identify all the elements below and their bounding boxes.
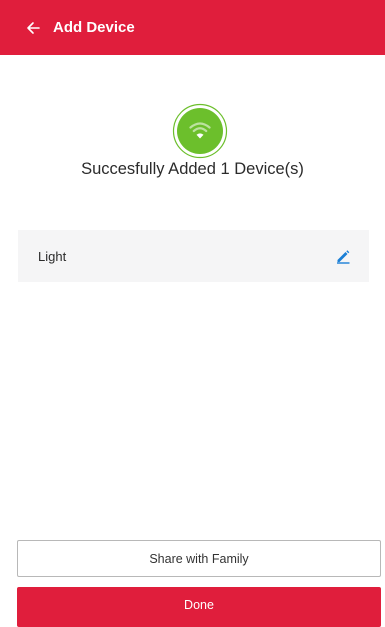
edit-device-button[interactable] xyxy=(327,240,359,272)
back-button[interactable] xyxy=(13,8,53,48)
wifi-success-icon xyxy=(172,103,228,159)
success-message: Succesfully Added 1 Device(s) xyxy=(81,160,304,178)
arrow-left-icon xyxy=(27,21,40,34)
device-name: Light xyxy=(38,248,67,264)
page-title: Add Device xyxy=(53,19,135,36)
device-row[interactable]: Light xyxy=(18,230,369,282)
done-button[interactable]: Done xyxy=(17,587,381,627)
app-bar: Add Device xyxy=(0,0,385,55)
pencil-icon xyxy=(337,250,350,264)
share-with-family-button[interactable]: Share with Family xyxy=(17,540,381,577)
